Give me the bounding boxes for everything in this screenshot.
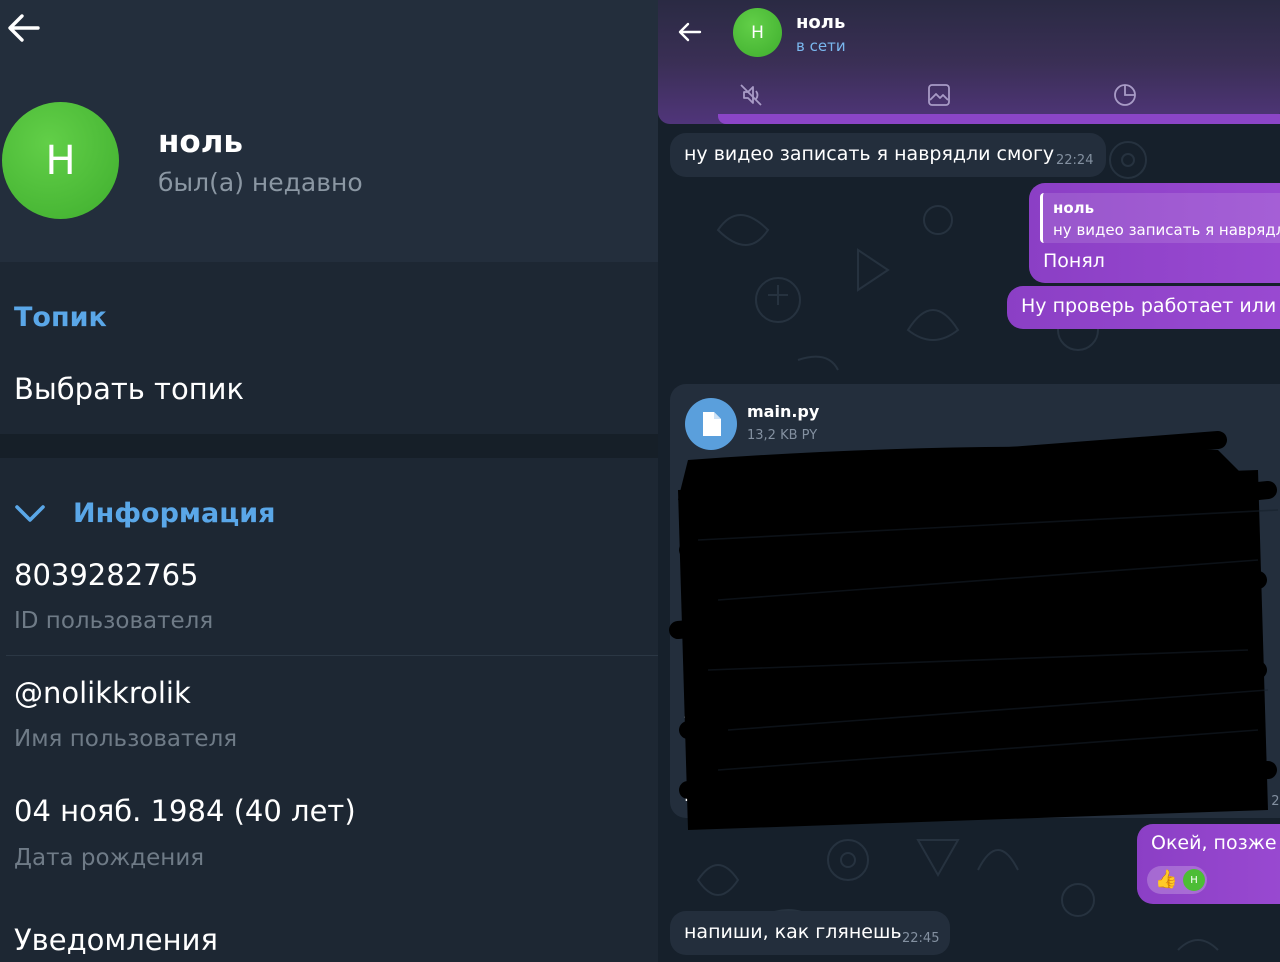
info-section: Информация 8039282765 ID пользователя @n… [0,458,658,962]
avatar[interactable]: Н [2,102,119,219]
reaction-avatar: Н [1183,869,1205,891]
message-text: Окей, позже [1151,832,1277,854]
username-label: Имя пользователя [14,726,238,752]
birthday-label: Дата рождения [14,845,205,871]
message-outgoing[interactable]: Окей, позже 👍 Н [1137,824,1280,904]
mute-icon[interactable] [738,82,764,108]
message-outgoing-reply[interactable]: ноль ну видео записать я наврядли смогу … [1029,183,1280,283]
reaction-chip[interactable]: 👍 Н [1147,866,1207,894]
section-divider [0,434,658,458]
notifications-row[interactable]: Уведомления [14,923,218,957]
birthday-value[interactable]: 04 нояб. 1984 (40 лет) [14,794,356,828]
topic-header: Топик [14,302,107,333]
header-accent-bar [718,114,1280,124]
user-id-label: ID пользователя [14,608,214,634]
info-header[interactable]: Информация [73,498,275,529]
choose-topic-button[interactable]: Выбрать топик [14,372,244,406]
message-text: напиши, как глянешь [684,921,902,943]
profile-pane: Н ноль был(а) недавно Топик Выбрать топи… [0,0,658,962]
chevron-down-icon[interactable] [14,502,46,526]
reply-author: ноль [1053,199,1095,217]
chat-pane: Н ноль в сети ну видео записать я навряд… [658,0,1280,962]
message-text: ну видео записать я наврядли смогу [684,143,1055,165]
chat-status: в сети [796,37,846,55]
message-text: Понял [1043,250,1105,272]
message-incoming[interactable]: напиши, как глянешь 22:45 [670,911,950,955]
topic-section: Топик Выбрать топик [0,262,658,434]
censor-scribble [669,431,1279,830]
back-arrow-icon[interactable] [676,18,704,46]
chat-title[interactable]: ноль [796,12,845,33]
thumbs-up-icon: 👍 [1155,869,1178,890]
username-value[interactable]: @nolikkrolik [14,676,191,710]
back-arrow-icon[interactable] [4,8,44,48]
message-incoming[interactable]: ну видео записать я наврядли смогу 22:24 [670,133,1106,177]
file-name[interactable]: main.py [747,402,819,421]
profile-name: ноль [158,124,244,160]
chat-header: Н ноль в сети [658,0,1280,124]
media-icon[interactable] [926,82,952,108]
profile-status: был(а) недавно [158,168,363,197]
message-text: Ну проверь работает или [1021,295,1277,317]
user-id-value[interactable]: 8039282765 [14,558,199,592]
screen: Н ноль был(а) недавно Топик Выбрать топи… [0,0,1280,962]
message-time: 22:45 [902,931,940,946]
reply-quote-text: ну видео записать я наврядли смогу [1053,221,1280,239]
timer-icon[interactable] [1112,82,1138,108]
message-outgoing[interactable]: Ну проверь работает или [1007,286,1280,329]
row-divider [6,655,658,656]
chat-avatar[interactable]: Н [733,8,782,57]
message-time: 22:24 [1056,153,1094,168]
